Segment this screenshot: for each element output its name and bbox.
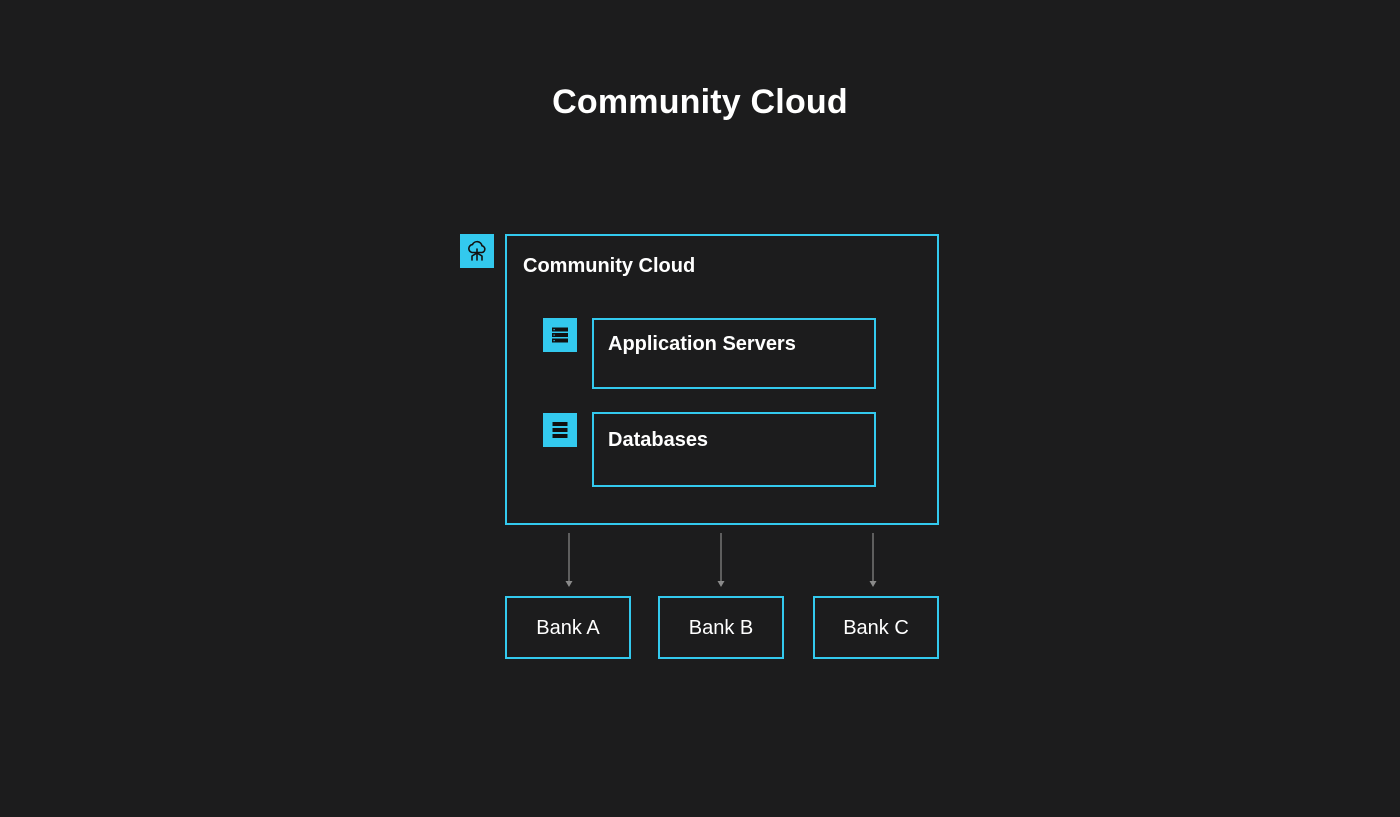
bank-a-box: Bank A [505,596,631,659]
bank-a-label: Bank A [536,616,600,639]
bank-c-label: Bank C [843,616,909,639]
bank-b-box: Bank B [658,596,784,659]
page-title: Community Cloud [552,83,848,121]
arrow-head-bank-b [717,581,725,587]
bank-c-box: Bank C [813,596,939,659]
bank-b-label: Bank B [688,616,754,639]
databases-label: Databases [608,429,709,451]
database-icon [543,413,577,447]
cloud-network-icon [460,234,494,268]
arrow-head-bank-c [869,581,877,587]
container-label: Community Cloud [523,255,696,277]
arrow-head-bank-a [565,581,573,587]
application-servers-label: Application Servers [608,333,796,355]
server-icon [543,318,577,352]
